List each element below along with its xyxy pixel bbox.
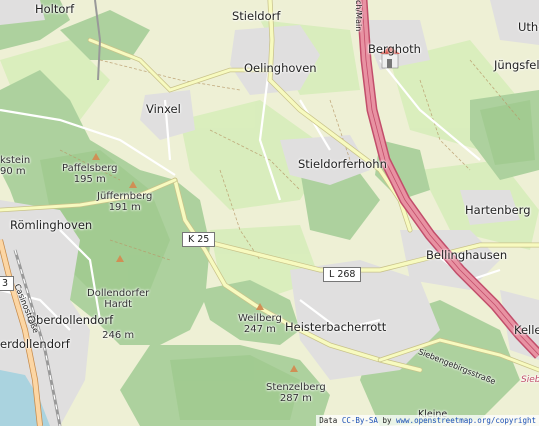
place-niederdollendorf: erdollendorf — [0, 337, 70, 351]
road-shield-k25: K 25 — [182, 232, 216, 247]
peak-weilberg-elev: 247 m — [243, 323, 276, 335]
place-kelle: Kelle — [514, 323, 539, 337]
attribution-license-link[interactable]: CC-By-SA — [342, 416, 378, 425]
place-stieldorf: Stieldorf — [232, 9, 281, 23]
peak-dollendorfer-hardt-elev: 246 m — [102, 330, 135, 341]
peak-paffelsberg-name: Paffelsberg — [62, 163, 118, 174]
street-main: ch/Main — [354, 0, 363, 32]
peak-dollendorfer-hardt-name: Dollendorfer Hardt — [87, 288, 150, 310]
street-sieb: Sieb — [521, 375, 539, 385]
place-oelinghoven: Oelinghoven — [244, 61, 317, 75]
place-hartenberg: Hartenberg — [465, 203, 531, 217]
place-uthweiler: Uthe — [518, 20, 539, 34]
peak-eckstein-label: kstein 90 m — [0, 155, 31, 177]
peak-dollendorfer-hardt-label: Dollendorfer Hardt 246 m — [87, 268, 149, 352]
road-shield-a3: 3 — [0, 276, 15, 291]
place-vinxel: Vinxel — [146, 102, 181, 116]
peak-juffernberg-label: Jüffernberg 191 m — [97, 191, 153, 213]
map-attribution: Data CC-By-SA by www.openstreetmap.org/c… — [316, 415, 539, 426]
road-shield-l268: L 268 — [323, 267, 362, 282]
attribution-copyright-link[interactable]: /copyright — [491, 416, 536, 425]
peak-juffernberg-elev: 191 m — [108, 201, 141, 213]
place-berghoth: Berghoth — [368, 42, 421, 56]
peak-weilberg-label: Weilberg 247 m — [238, 313, 282, 335]
peak-eckstein-name: kstein — [0, 155, 31, 166]
peak-eckstein-elev: 90 m — [0, 165, 26, 177]
peak-juffernberg-name: Jüffernberg — [97, 191, 153, 202]
peak-paffelsberg-elev: 195 m — [73, 173, 106, 185]
peak-paffelsberg-label: Paffelsberg 195 m — [62, 163, 118, 185]
peak-stenzelberg-elev: 287 m — [279, 392, 312, 404]
peak-stenzelberg-label: Stenzelberg 287 m — [266, 382, 326, 404]
attribution-by: by — [377, 416, 397, 425]
place-stieldorferhohn: Stieldorferhohn — [298, 157, 387, 171]
place-holtorf: Holtorf — [35, 2, 75, 16]
peak-stenzelberg-name: Stenzelberg — [266, 382, 326, 393]
place-romlinghoven: Römlinghoven — [10, 218, 93, 232]
attribution-prefix: Data — [319, 416, 342, 425]
place-bellinghausen: Bellinghausen — [426, 248, 508, 262]
peak-weilberg-name: Weilberg — [238, 313, 282, 324]
place-heisterbacherrott: Heisterbacherrott — [285, 320, 387, 334]
place-jungsfeld: Jüngsfeld — [494, 58, 539, 72]
attribution-source-link[interactable]: www.openstreetmap.org — [396, 416, 491, 425]
